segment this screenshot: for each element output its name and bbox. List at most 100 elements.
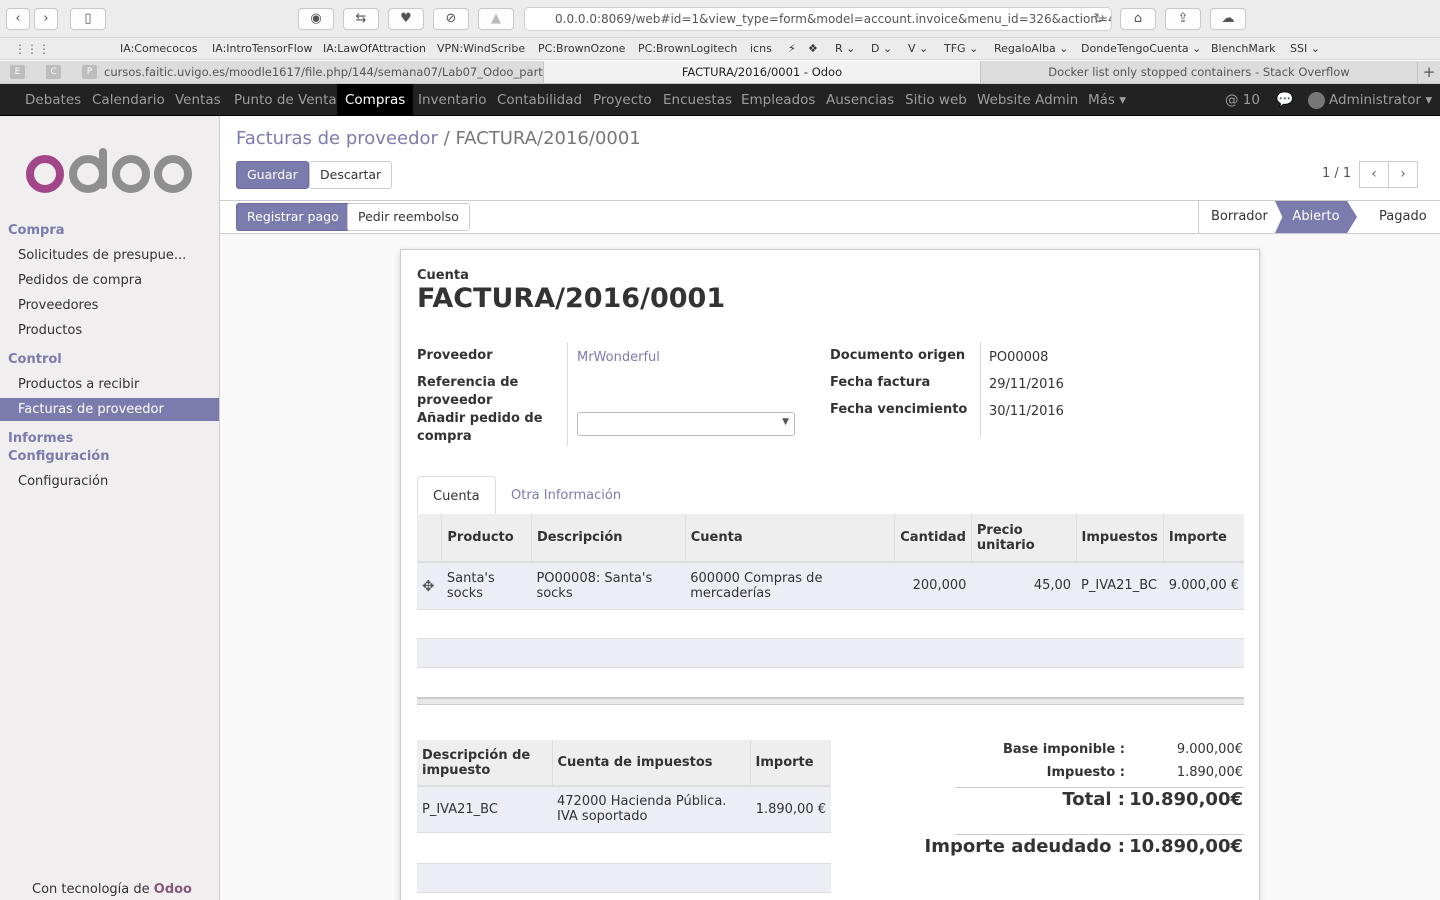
sidebar-item-pedidos[interactable]: Pedidos de compra [0,269,219,292]
menu-debates[interactable]: Debates [25,84,81,116]
menu-contabilidad[interactable]: Contabilidad [497,84,582,116]
register-payment-button[interactable]: Registrar pago [236,203,350,231]
sidebar-item-configuracion[interactable]: Configuración [0,470,219,493]
bookmark[interactable]: IA:IntroTensorFlow [212,42,313,55]
bookmark[interactable]: D ⌄ [871,42,892,55]
reload-icon[interactable]: ↻ [1093,8,1105,30]
breadcrumb-parent[interactable]: Facturas de proveedor [236,128,438,149]
status-stage-draft[interactable]: Borrador [1211,201,1268,233]
sidebar-item-facturas-proveedor[interactable]: Facturas de proveedor [0,398,219,421]
tax-column-header-account[interactable]: Cuenta de impuestos [552,740,751,787]
block-icon[interactable]: ⊘ [433,8,469,30]
vendor-link[interactable]: MrWonderful [577,350,660,365]
share-icon[interactable]: ⇪ [1165,8,1201,30]
messages-counter[interactable]: @ 10 [1225,84,1260,116]
menu-ausencias[interactable]: Ausencias [826,84,894,116]
menu-website-admin[interactable]: Website Admin [977,84,1078,116]
sidebar-item-solicitudes[interactable]: Solicitudes de presupue... [0,244,219,267]
sidebar-item-productos-recibir[interactable]: Productos a recibir [0,373,219,396]
column-header-quantity[interactable]: Cantidad [894,514,972,563]
apps-grid-icon[interactable]: ⋮⋮⋮ [14,42,50,56]
bookmark[interactable]: SSI ⌄ [1290,42,1320,55]
tax-column-header-amount[interactable]: Importe [750,740,831,787]
sidebar-section-informes[interactable]: Informes [8,431,73,446]
sidebar-item-productos[interactable]: Productos [0,319,219,342]
back-icon[interactable]: ‹ [6,8,30,30]
home-icon[interactable]: ⌂ [1120,8,1156,30]
pager-next-button[interactable]: › [1388,161,1418,188]
bookmark[interactable]: DondeTengoCuenta ⌄ [1081,42,1201,55]
ask-refund-button[interactable]: Pedir reembolso [347,203,470,231]
menu-ventas[interactable]: Ventas [175,84,221,116]
sidebar-toggle-icon[interactable]: ▯ [70,8,106,30]
column-header-unit-price[interactable]: Precio unitario [971,514,1077,563]
tab-otra-informacion[interactable]: Otra Información [496,476,636,516]
tab-favicon: C [46,65,61,79]
column-header-account[interactable]: Cuenta [685,514,896,563]
reader-icon[interactable]: ◉ [298,8,334,30]
powered-by-brand[interactable]: Odoo [154,882,192,897]
bookmark[interactable]: BlenchMark [1211,42,1276,55]
sidebar-item-proveedores[interactable]: Proveedores [0,294,219,317]
bookmark[interactable]: RegaloAlba ⌄ [994,42,1068,55]
invoice-date-value[interactable]: 29/11/2016 [989,377,1064,392]
pager-previous-button[interactable]: ‹ [1359,161,1389,188]
tax-column-header-description[interactable]: Descripción de impuesto [417,740,553,787]
forward-icon[interactable]: › [34,8,58,30]
sync-icon[interactable]: ⇆ [343,8,379,30]
line-quantity: 200,000 [894,562,972,610]
menu-sitio-web[interactable]: Sitio web [905,84,967,116]
browser-tab-active[interactable]: FACTURA/2016/0001 - Odoo [544,61,981,83]
bookmark[interactable]: PC:BrownOzone [538,42,625,55]
menu-punto-de-venta[interactable]: Punto de Venta [234,84,337,116]
drag-handle-icon[interactable]: ✥ [417,562,442,610]
bookmark[interactable]: V ⌄ [908,42,928,55]
menu-compras[interactable]: Compras [337,84,414,116]
status-stage-paid[interactable]: Pagado [1379,201,1427,233]
column-header-product[interactable]: Producto [441,514,532,563]
column-header-taxes[interactable]: Impuestos [1076,514,1164,563]
column-header-description[interactable]: Descripción [531,514,686,563]
bookmark[interactable]: PC:BrownLogitech [638,42,737,55]
save-button[interactable]: Guardar [236,161,309,189]
menu-encuestas[interactable]: Encuestas [663,84,732,116]
bookmark[interactable]: icns [750,42,772,55]
pocket-icon[interactable]: ♥ [388,8,424,30]
bookmark[interactable]: ❖ [808,42,818,55]
bookmark[interactable]: TFG ⌄ [944,42,978,55]
odoo-logo[interactable] [25,146,195,196]
lock-icon[interactable]: ▲ [478,8,514,30]
bookmark[interactable]: IA:LawOfAttraction [323,42,426,55]
avatar[interactable] [1308,92,1325,109]
bookmark[interactable]: ⚡ [788,42,796,55]
sidebar-section-configuracion: Configuración [8,449,110,464]
add-tax-line-row[interactable] [417,863,831,893]
discard-button[interactable]: Descartar [309,161,393,189]
column-header-amount[interactable]: Importe [1163,514,1244,563]
bookmark[interactable]: IA:Comecocos [120,42,197,55]
line-account-line1: 600000 Compras de [690,570,823,586]
new-tab-icon[interactable]: + [1418,61,1440,83]
add-line-row[interactable] [417,638,1244,668]
chat-icon[interactable]: 💬 [1276,84,1293,116]
url-bar[interactable]: 0.0.0.0:8069/web#id=1&view_type=form&mod… [524,7,1112,31]
invoice-lines-table: Producto Descripción Cuenta Cantidad Pre… [417,514,1244,610]
cloud-icon[interactable]: ☁ [1210,8,1246,30]
due-date-value[interactable]: 30/11/2016 [989,404,1064,419]
table-row[interactable]: ✥ Santa's socks PO00008: Santa's socks 6… [417,562,1244,610]
menu-mas[interactable]: Más ▾ [1088,84,1126,116]
menu-calendario[interactable]: Calendario [92,84,165,116]
bookmark[interactable]: VPN:WindScribe [437,42,525,55]
browser-tab[interactable]: Docker list only stopped containers - St… [981,61,1418,83]
table-row[interactable]: P_IVA21_BC 472000 Hacienda Pública. IVA … [417,786,831,833]
browser-tab[interactable]: cursos.faitic.uvigo.es/moodle1617/file.p… [104,61,544,83]
status-stage-open[interactable]: Abierto [1275,201,1357,233]
bookmark[interactable]: R ⌄ [835,42,855,55]
tab-cuenta[interactable]: Cuenta [417,476,496,516]
add-purchase-order-select[interactable]: ▼ [577,412,795,436]
menu-empleados[interactable]: Empleados [741,84,815,116]
menu-inventario[interactable]: Inventario [418,84,487,116]
column-header-unit-price-line1: Precio [976,522,1023,538]
menu-proyecto[interactable]: Proyecto [593,84,652,116]
user-menu[interactable]: Administrator ▾ [1329,84,1432,116]
